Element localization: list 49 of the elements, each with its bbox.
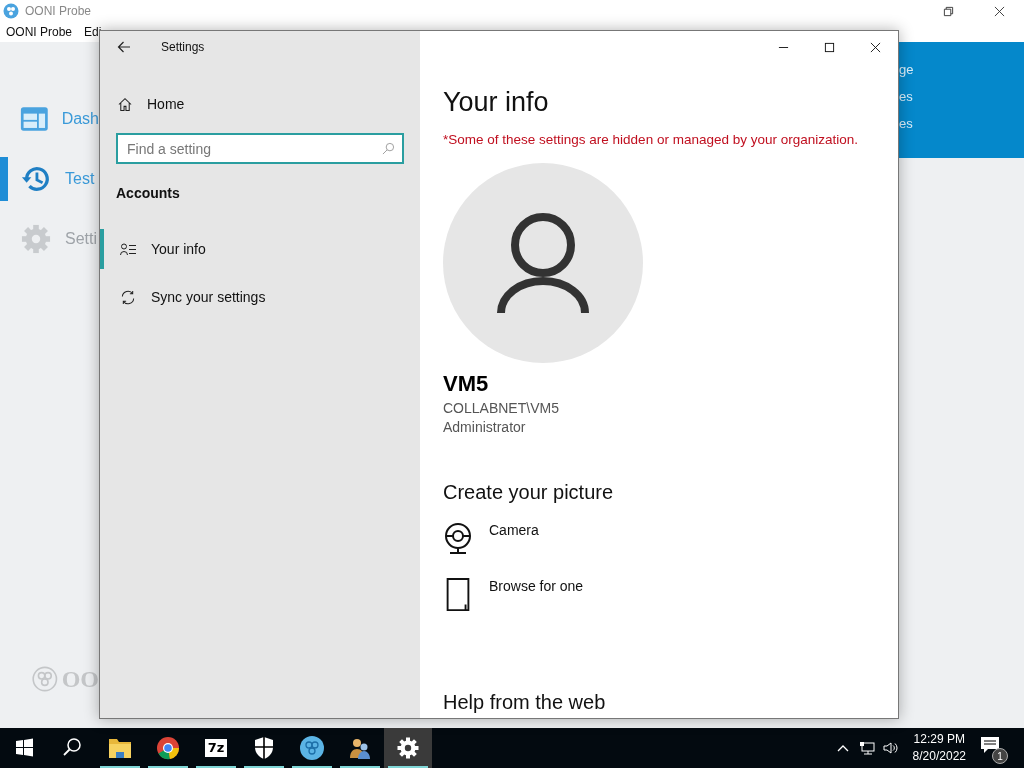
sync-icon	[120, 289, 136, 305]
window-title: OONI Probe	[25, 4, 92, 18]
section-heading: Accounts	[115, 184, 181, 201]
option-link[interactable]: Browse for one	[489, 578, 584, 594]
section-heading: Create your picture	[443, 481, 614, 504]
history-icon	[20, 164, 52, 194]
page-heading: Your info	[443, 87, 549, 118]
banner-text: ge	[899, 62, 915, 77]
back-arrow-icon[interactable]	[117, 41, 131, 53]
restore-icon[interactable]	[943, 5, 954, 17]
nav-item[interactable]: Sync your settings	[100, 277, 420, 317]
dashboard-icon	[20, 104, 49, 134]
notice-text: *Some of these settings are hidden or managed by your organization.	[443, 132, 858, 147]
nav-item[interactable]: Your info	[100, 229, 420, 269]
clock[interactable]: 12:29 PM 8/20/2022	[912, 731, 966, 765]
user-name: VM5	[443, 371, 489, 397]
probe-logo-icon	[300, 736, 324, 760]
home-icon	[117, 96, 133, 112]
close-icon[interactable]	[994, 5, 1005, 17]
network-icon[interactable]	[858, 740, 875, 756]
webcam-icon	[443, 522, 473, 556]
banner-text: es	[899, 116, 914, 131]
maximize-icon[interactable]	[824, 41, 835, 53]
shield-icon	[252, 736, 276, 760]
account-name: COLLABNET\VM5	[443, 400, 559, 416]
account-role: Administrator	[443, 419, 526, 435]
app-title: Settings	[161, 40, 205, 54]
probe-logo-icon	[3, 3, 19, 19]
home-link[interactable]: Home	[147, 96, 185, 112]
archiver-icon: 7z	[204, 739, 228, 757]
gear-icon	[20, 224, 52, 254]
gear-icon	[396, 736, 420, 760]
users-icon	[348, 736, 372, 760]
menu-item[interactable]: OONI Probe	[6, 25, 73, 39]
option-link[interactable]: Camera	[489, 522, 539, 538]
notification-badge: 1	[992, 748, 1008, 764]
taskbar-app[interactable]	[384, 728, 432, 768]
contact-list-icon	[120, 241, 136, 257]
close-icon[interactable]	[870, 41, 881, 53]
notification-icon[interactable]	[980, 736, 1000, 754]
browser-icon	[156, 736, 180, 760]
search-field[interactable]: Find a setting	[116, 133, 404, 164]
taskbar-app[interactable]: 7z	[192, 728, 240, 768]
volume-icon[interactable]	[882, 740, 899, 756]
folder-icon	[108, 736, 132, 760]
avatar-icon	[443, 163, 643, 363]
section-heading: Help from the web	[443, 691, 606, 714]
banner-text: es	[899, 89, 914, 104]
search-icon	[382, 142, 395, 155]
